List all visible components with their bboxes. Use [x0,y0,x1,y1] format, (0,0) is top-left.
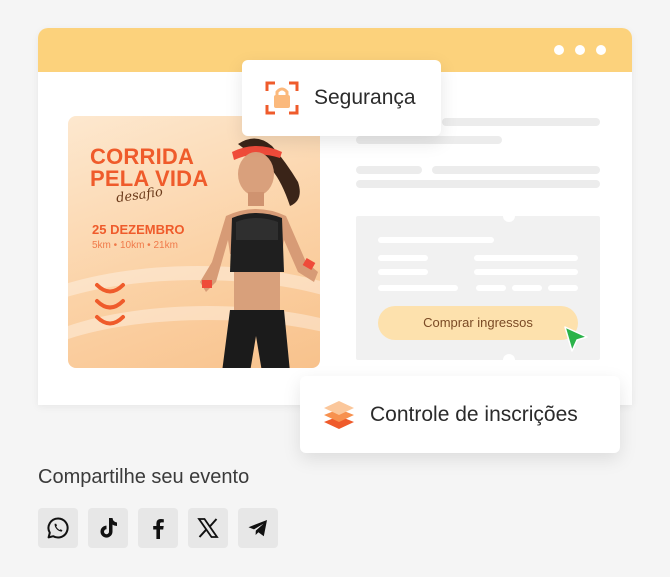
panel-line [474,255,578,261]
tiktok-button[interactable] [88,508,128,548]
panel-line [378,269,428,275]
telegram-icon [248,520,267,537]
whatsapp-icon [47,517,69,539]
x-icon [197,518,219,538]
event-poster: CORRIDA PELA VIDA desafio 25 DEZEMBRO 5k… [68,116,320,368]
registration-control-chip: Controle de inscrições [300,376,620,453]
skeleton-line [356,180,600,188]
panel-notch [503,354,515,366]
registration-control-label: Controle de inscrições [370,402,578,426]
poster-distances: 5km • 10km • 21km [92,240,178,251]
telegram-button[interactable] [238,508,278,548]
layers-icon [324,400,354,429]
facebook-button[interactable] [138,508,178,548]
panel-line [476,285,506,291]
feature-card: CORRIDA PELA VIDA desafio 25 DEZEMBRO 5k… [0,0,670,577]
window-dot [596,45,606,55]
security-chip: Segurança [242,60,441,136]
window-dot [554,45,564,55]
chevrons-icon [95,283,125,326]
tiktok-icon [100,518,117,538]
panel-line [474,269,578,275]
poster-title-line1: CORRIDA [90,144,195,169]
window-dots [554,45,606,55]
panel-line [378,237,494,243]
social-buttons [38,508,278,548]
checkout-panel: Comprar ingressos [356,210,600,366]
panel-line [512,285,542,291]
skeleton-line [442,118,600,126]
poster-title: CORRIDA PELA VIDA [90,146,208,190]
facebook-icon [153,519,164,539]
buy-tickets-button[interactable]: Comprar ingressos [378,306,578,340]
lock-icon [265,81,299,115]
window-dot [575,45,585,55]
share-title: Compartilhe seu evento [38,466,250,488]
skeleton-line [356,136,502,144]
cursor-icon [564,326,588,352]
x-button[interactable] [188,508,228,548]
panel-line [378,285,458,291]
whatsapp-button[interactable] [38,508,78,548]
skeleton-line [432,166,600,174]
panel-notch [503,210,515,222]
security-label: Segurança [314,86,416,109]
panel-line [378,255,428,261]
skeleton-line [356,166,422,174]
panel-line [548,285,578,291]
poster-date: 25 DEZEMBRO [92,222,185,237]
